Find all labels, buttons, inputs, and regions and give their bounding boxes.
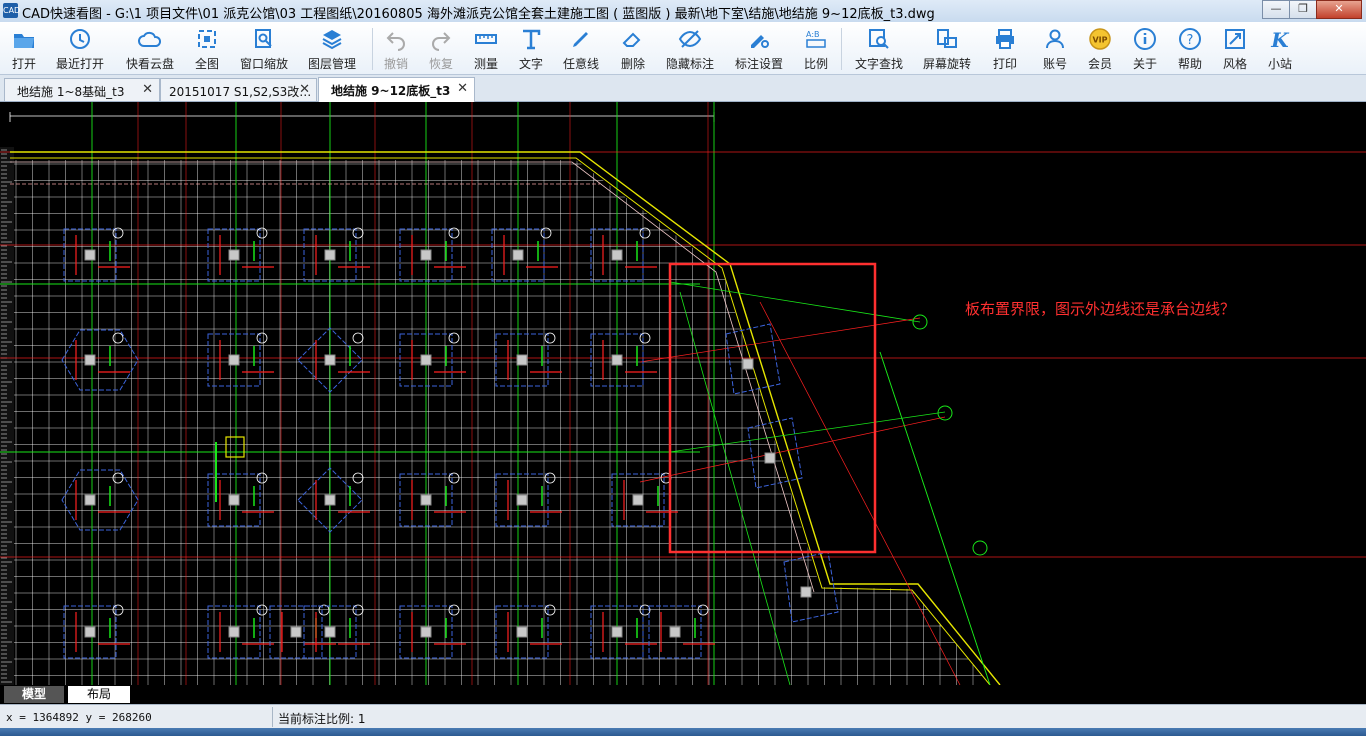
close-icon[interactable]: ✕ [142,82,153,97]
toolbar-label: 全图 [194,57,219,71]
cad-drawing[interactable]: 板布置界限，图示外边线还是承台边线？ [0,102,1366,685]
toolbar-button-scale[interactable]: A:B 比例 [786,24,846,72]
scale-icon: A:B [806,30,826,48]
document-tabs: 地结施 1~8基础_t3 ✕ 20151017 S1,S2,S3改… ✕ 地结施… [0,75,1366,102]
app-logo-icon: CAD [3,3,20,18]
cursor-coordinates: x = 1364892 y = 268260 [6,711,152,724]
toolbar-label: 隐藏标注 [665,57,714,71]
toolbar-label: 屏幕旋转 [922,57,971,71]
status-divider [272,707,273,727]
toolbar-button-annotation-settings[interactable]: 标注设置 [729,24,789,72]
toolbar-label: 窗口缩放 [239,57,288,71]
eye-hide-icon [678,30,702,48]
toolbar-label: 标注设置 [734,57,783,71]
window-title: CAD快速看图 - G:\1 项目文件\01 派克公馆\03 工程图纸\2016… [22,7,935,22]
cloud-icon [138,31,162,47]
close-icon[interactable]: ✕ [457,81,468,96]
toolbar-separator [372,28,373,70]
space-tabs: 模型 布局 [0,685,1366,704]
svg-text:A:B: A:B [806,30,820,39]
toolbar-button-site[interactable]: K 小站 [1250,24,1310,72]
toolbar-button-folder[interactable]: 打开 [0,24,54,72]
annotation-scale: 当前标注比例: 1 [278,712,366,726]
tab-doc-3[interactable]: 地结施 9~12底板_t3 ✕ [318,77,475,102]
user-icon [1046,29,1064,49]
toolbar-button-fit-all[interactable]: 全图 [177,24,237,72]
drawing-canvas[interactable]: 板布置界限，图示外边线还是承台边线？ [0,102,1366,685]
history-icon [70,29,90,49]
main-toolbar: 打开 最近打开 快看云盘 全图 窗口缩放 图层管理 撤销 恢复 测量 文字 任意线 删除 隐藏标注 标注设… [0,22,1366,75]
style-icon [1225,29,1245,49]
toolbar-label: 图层管理 [307,57,356,71]
pen-icon [573,32,588,47]
fit-all-icon [198,30,216,48]
printer-icon [996,29,1014,49]
annotation-note[interactable]: 板布置界限，图示外边线还是承台边线？ [965,300,1235,318]
toolbar-button-window-zoom[interactable]: 窗口缩放 [234,24,294,72]
rotate-screen-icon [937,29,957,48]
window-zoom-icon [255,29,272,48]
layers-icon [322,30,342,50]
toolbar-button-rotate-screen[interactable]: 屏幕旋转 [917,24,977,72]
window-controls: — ❐ ✕ [1262,0,1362,19]
toolbar-button-pen[interactable]: 任意线 [551,24,611,72]
toolbar-label: 文字查找 [854,57,903,71]
toolbar-button-eye-hide[interactable]: 隐藏标注 [660,24,720,72]
help-icon: ? [1179,28,1201,50]
os-taskbar [0,728,1366,736]
tab-label: 20151017 S1,S2,S3改… [169,85,312,99]
toolbar-label: 比例 [803,57,828,71]
toolbar-separator [841,28,842,70]
measure-icon [475,34,497,44]
toolbar-button-history[interactable]: 最近打开 [50,24,110,72]
toolbar-button-cloud[interactable]: 快看云盘 [120,24,180,72]
vertical-ruler [0,147,14,685]
folder-icon [14,34,34,48]
svg-text:VIP: VIP [1092,36,1107,45]
toolbar-label: 任意线 [562,57,599,71]
svg-text:?: ? [1187,33,1194,48]
toolbar-button-layers[interactable]: 图层管理 [302,24,362,72]
tab-label: 地结施 9~12底板_t3 [331,84,451,98]
svg-text:K: K [1270,28,1290,51]
undo-icon [386,32,405,51]
toolbar-label: 最近打开 [55,57,104,71]
toolbar-label: 打开 [11,57,36,71]
vip-icon: VIP [1089,28,1111,50]
redo-icon [432,32,451,51]
close-button[interactable]: ✕ [1316,0,1362,19]
title-bar: CAD CAD快速看图 - G:\1 项目文件\01 派克公馆\03 工程图纸\… [0,0,1366,23]
tab-doc-1[interactable]: 地结施 1~8基础_t3 ✕ [4,78,160,101]
site-icon: K [1270,28,1290,51]
status-bar: x = 1364892 y = 268260 当前标注比例: 1 [0,704,1366,729]
toolbar-button-text-search[interactable]: 文字查找 [849,24,909,72]
maximize-button[interactable]: ❐ [1289,0,1317,19]
tab-layout[interactable]: 布局 [68,686,130,703]
text-search-icon [869,29,889,49]
toolbar-label: 快看云盘 [125,57,174,71]
eraser-icon [622,32,641,47]
toolbar-label: 小站 [1267,57,1292,71]
text-icon [523,29,541,50]
tab-doc-2[interactable]: 20151017 S1,S2,S3改… ✕ [160,78,317,101]
tab-model[interactable]: 模型 [4,686,64,703]
toolbar-button-eraser[interactable]: 删除 [603,24,663,72]
minimize-button[interactable]: — [1262,0,1290,19]
annotation-settings-icon [751,35,769,48]
info-icon [1134,28,1156,50]
close-icon[interactable]: ✕ [299,82,310,97]
toolbar-label: 删除 [620,57,645,71]
tab-label: 地结施 1~8基础_t3 [17,85,125,99]
